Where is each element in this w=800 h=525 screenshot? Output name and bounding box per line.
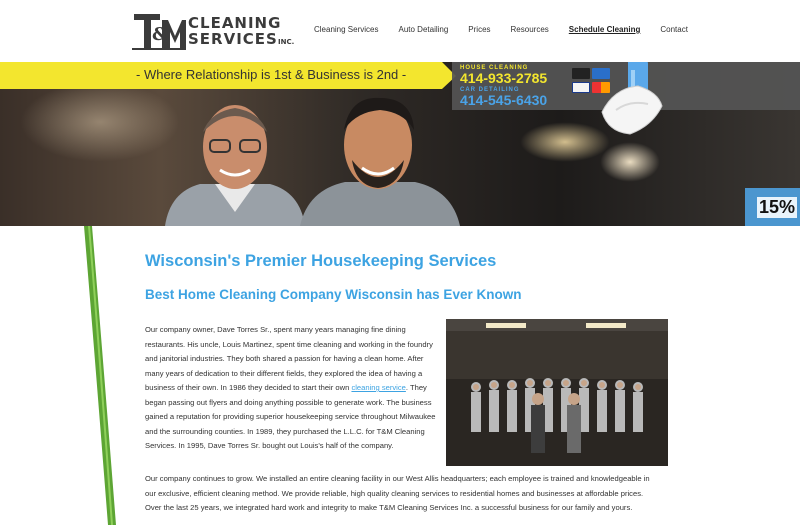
cleaning-cloth-icon — [601, 85, 663, 135]
owner-photo-left — [165, 105, 305, 226]
promo-badge[interactable]: 15% — [745, 188, 800, 226]
nav-contact[interactable]: Contact — [660, 25, 688, 34]
tagline-bar: - Where Relationship is 1st & Business i… — [0, 62, 456, 89]
site-header: & CLEANING SERVICES INC. Cleaning Servic… — [0, 0, 800, 62]
main-nav: Cleaning Services Auto Detailing Prices … — [314, 25, 708, 34]
nav-cleaning-services[interactable]: Cleaning Services — [314, 25, 378, 34]
page-subtitle: Best Home Cleaning Company Wisconsin has… — [145, 287, 522, 302]
tm-logo-mark-icon: & — [132, 14, 186, 50]
nav-schedule-cleaning[interactable]: Schedule Cleaning — [569, 25, 641, 34]
hero-light — [20, 82, 180, 162]
logo-inc: INC. — [278, 38, 295, 46]
about-paragraph-1: Our company owner, Dave Torres Sr., spen… — [145, 323, 440, 454]
promo-text: 15% — [757, 197, 798, 218]
visa-card-icon — [572, 82, 590, 93]
page-title: Wisconsin's Premier Housekeeping Service… — [145, 252, 497, 270]
para1-text-end: . They began passing out flyers and doin… — [145, 383, 436, 450]
team-photo-art — [446, 319, 668, 466]
hero-banner: - Where Relationship is 1st & Business i… — [0, 62, 800, 226]
cleaning-service-link[interactable]: cleaning service — [351, 383, 405, 392]
nav-auto-detailing[interactable]: Auto Detailing — [398, 25, 448, 34]
grass-leaf-decoration — [84, 226, 116, 525]
para1-text-start: Our company owner, Dave Torres Sr., spen… — [145, 325, 433, 392]
owner-photo-right — [300, 97, 460, 226]
nav-prices[interactable]: Prices — [468, 25, 490, 34]
team-photo — [446, 319, 668, 466]
amex-card-icon — [592, 68, 610, 79]
about-paragraph-2: Our company continues to grow. We instal… — [145, 474, 650, 512]
nav-resources[interactable]: Resources — [511, 25, 549, 34]
house-cleaning-phone[interactable]: 414-933-2785 — [460, 70, 547, 86]
discover-card-icon — [572, 68, 590, 79]
hero-light — [600, 142, 660, 182]
car-detailing-phone[interactable]: 414-545-6430 — [460, 92, 547, 108]
tm-cleaning-logo[interactable]: & CLEANING SERVICES INC. — [132, 8, 298, 54]
tagline: - Where Relationship is 1st & Business i… — [136, 67, 407, 82]
logo-word-services: SERVICES — [188, 30, 278, 48]
